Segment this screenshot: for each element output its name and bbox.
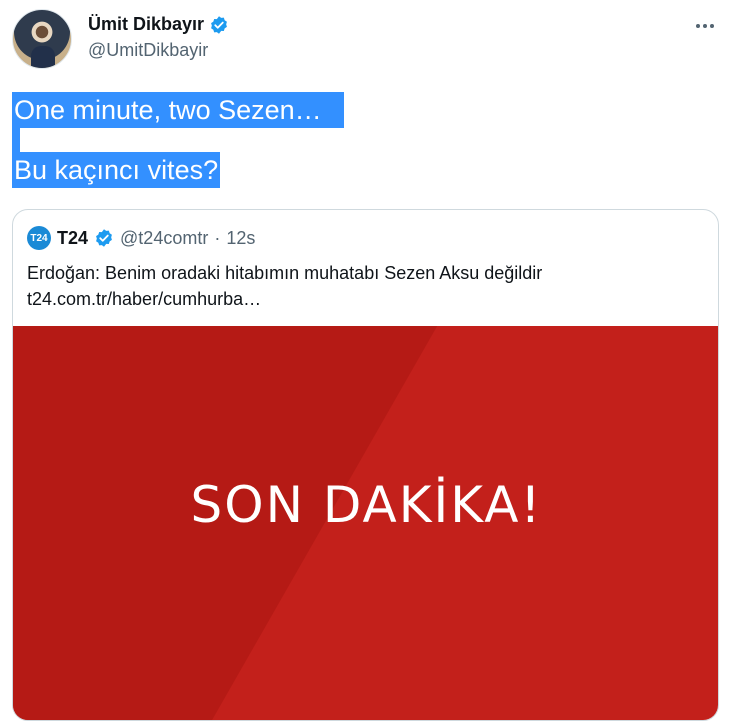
quoted-tweet-header: T24 T24 @t24comtr · 12s [27,226,255,250]
author-handle[interactable]: @UmitDikbayir [88,40,208,61]
t24-logo-icon: T24 [27,226,51,250]
quoted-display-name[interactable]: T24 [57,228,88,249]
author-display-name[interactable]: Ümit Dikbayır [88,14,204,35]
author-display-name-row[interactable]: Ümit Dikbayır [88,14,229,35]
verified-badge-icon [96,229,112,247]
media-headline: SON DAKİKA! [190,476,543,534]
tweet-text-line1: One minute, two Sezen… [12,92,344,128]
quoted-media-image[interactable]: SON DAKİKA! [13,326,718,720]
verified-badge-icon [211,15,227,34]
quoted-text-line1: Erdoğan: Benim oradaki hitabımın muhatab… [27,263,543,283]
separator-dot: · [214,227,221,248]
quoted-timestamp[interactable]: 12s [226,228,255,249]
more-options-icon[interactable] [693,14,717,38]
quoted-link[interactable]: t24.com.tr/haber/cumhurba… [27,286,707,312]
quoted-tweet-card[interactable]: T24 T24 @t24comtr · 12s Erdoğan: Benim o… [12,209,719,721]
tweet-text-line2: Bu kaçıncı vites? [12,152,221,188]
quoted-handle[interactable]: @t24comtr [120,228,208,249]
author-avatar[interactable] [12,9,72,69]
quoted-tweet-text: Erdoğan: Benim oradaki hitabımın muhatab… [27,260,707,312]
